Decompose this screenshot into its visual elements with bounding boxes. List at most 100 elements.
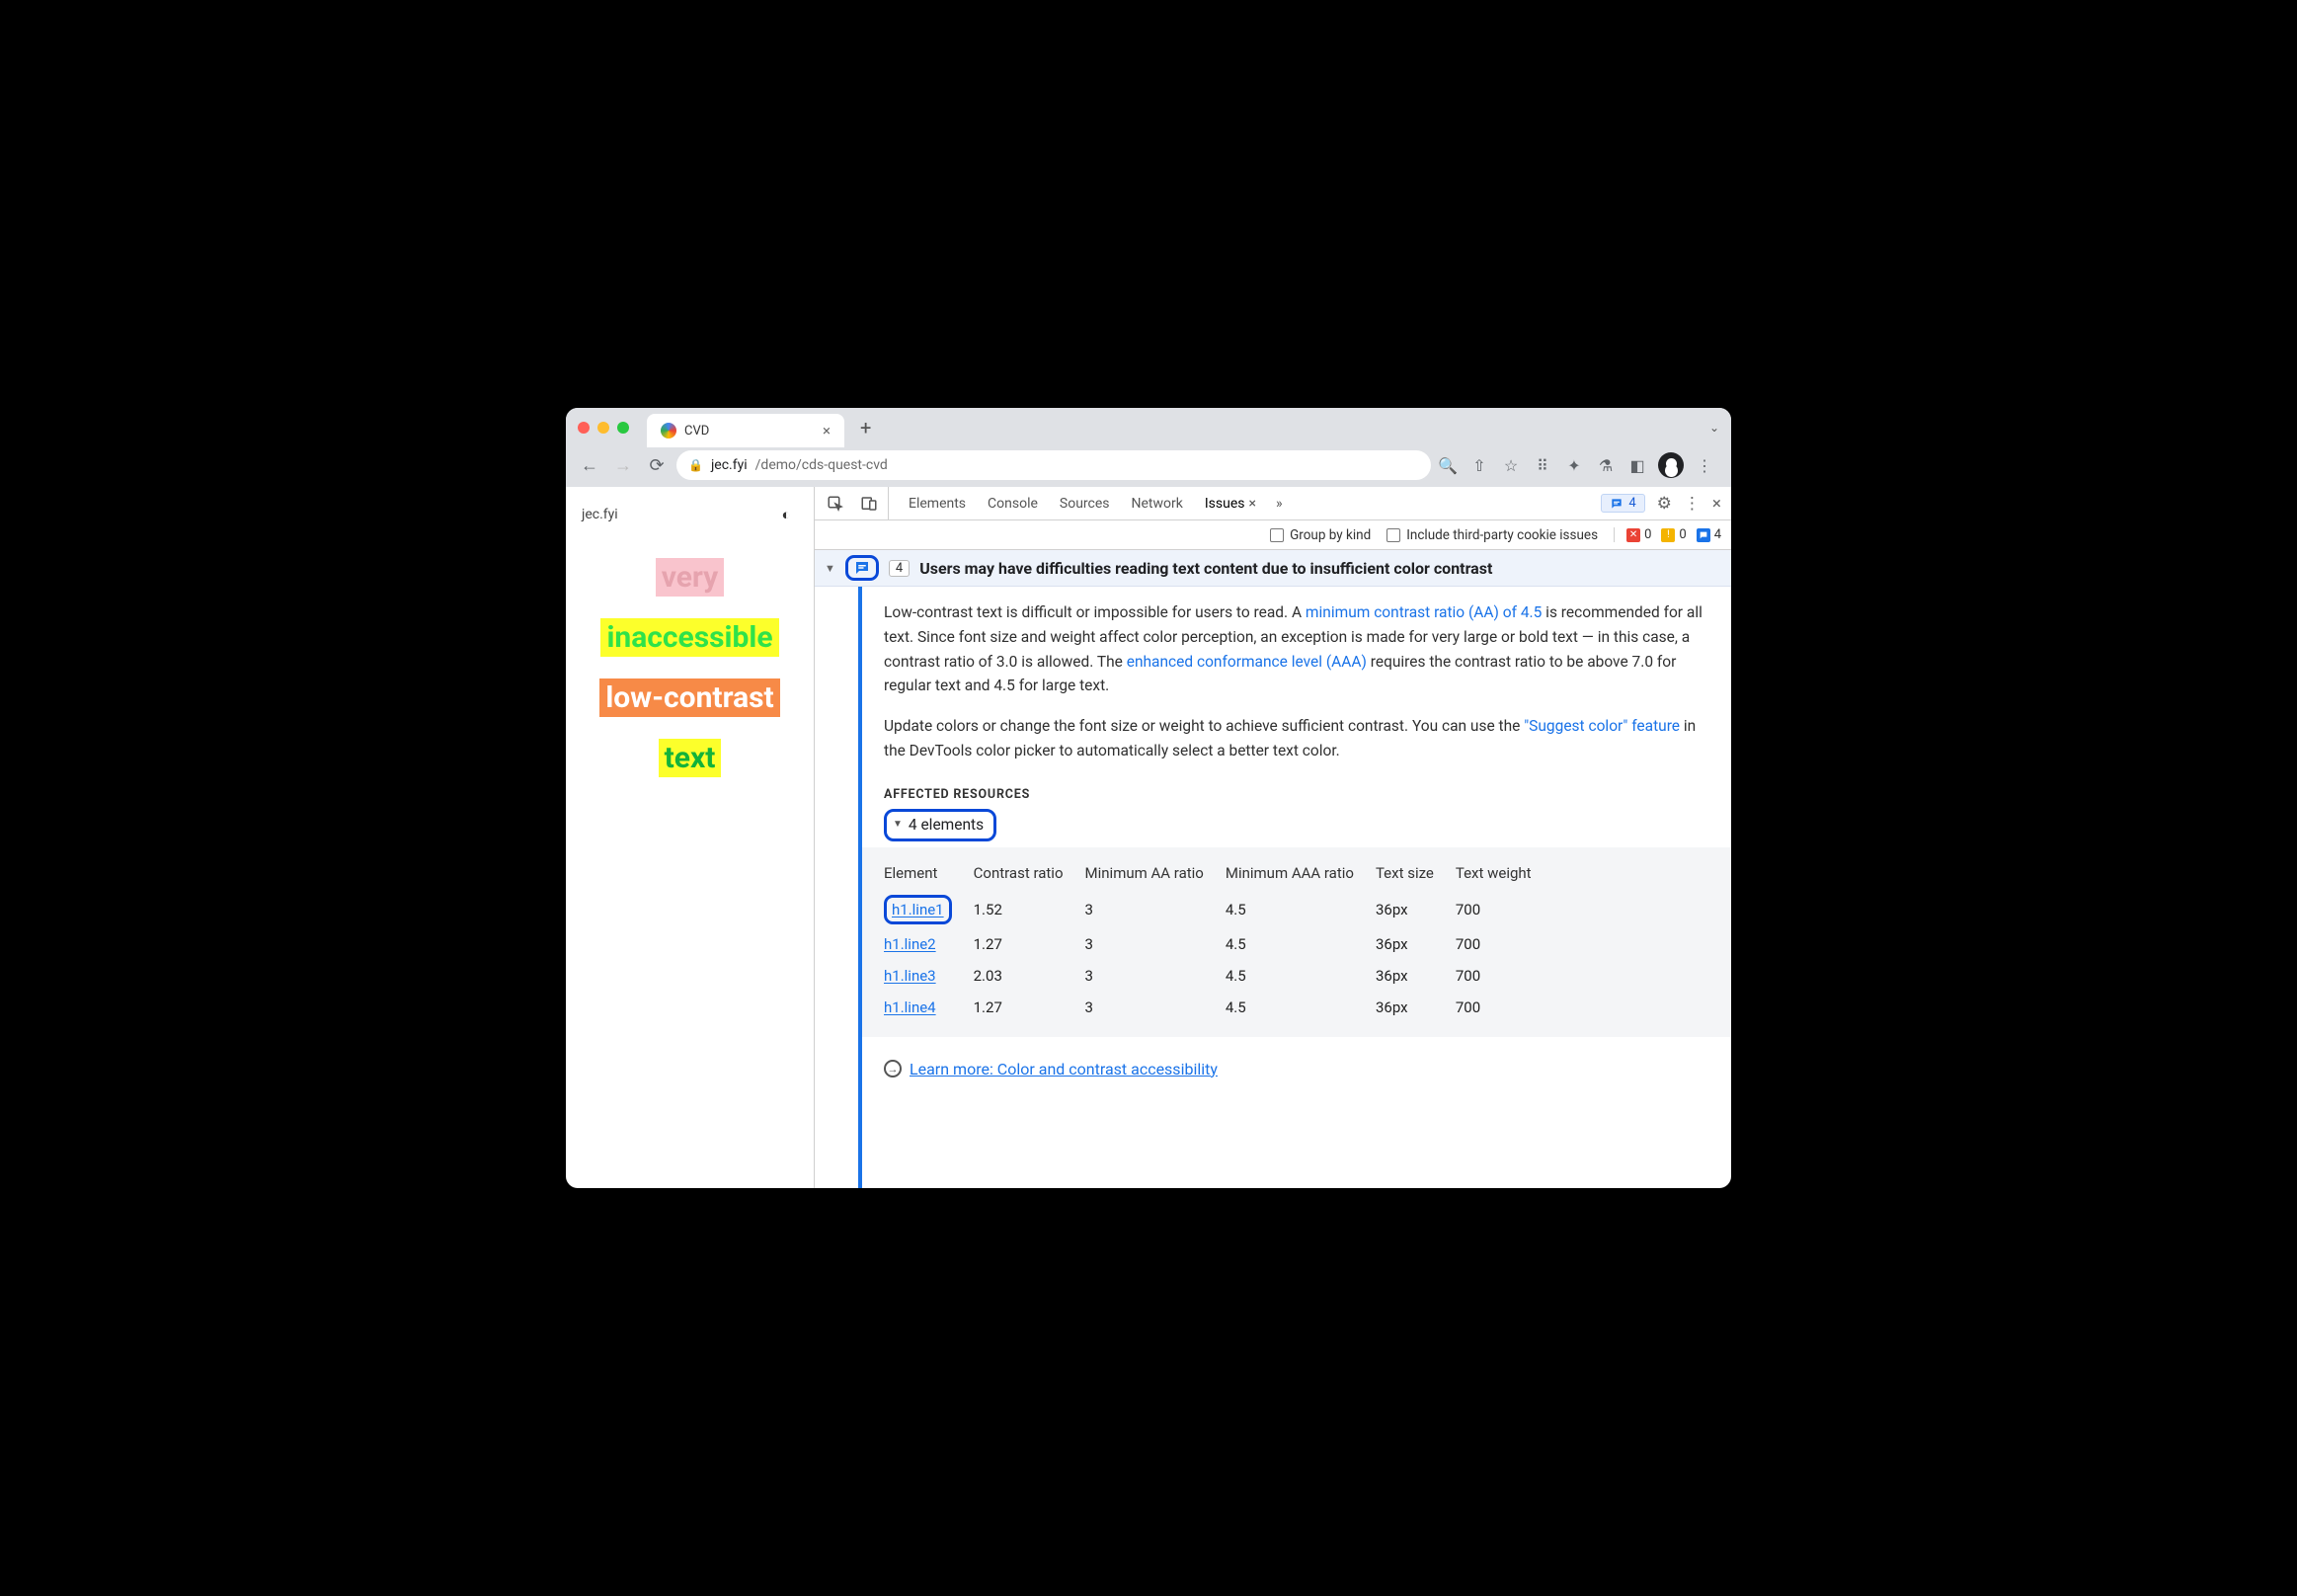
sidepanel-icon[interactable]: ◧ (1626, 454, 1648, 476)
issue-body: Low-contrast text is difficult or imposs… (815, 587, 1731, 1188)
devtools-close-button[interactable]: × (1712, 494, 1721, 514)
table-row: h1.line21.2734.536px700 (884, 928, 1553, 960)
table-row: h1.line32.0334.536px700 (884, 960, 1553, 992)
issues-count-value: 4 (1628, 496, 1635, 511)
info-counter[interactable]: 4 (1697, 527, 1721, 542)
browser-tab[interactable]: CVD × (647, 414, 844, 447)
cell: 1.27 (974, 928, 1085, 960)
inspect-element-button[interactable] (825, 487, 846, 519)
tab-favicon (661, 423, 676, 439)
element-link[interactable]: h1.line4 (884, 998, 936, 1016)
issue-title: Users may have difficulties reading text… (919, 559, 1492, 578)
window-titlebar: CVD × + ⌄ (566, 408, 1731, 447)
labs-icon[interactable]: ⚗ (1595, 454, 1617, 476)
element-link[interactable]: h1.line1 (892, 901, 944, 918)
tab-issues-close[interactable]: × (1249, 496, 1256, 512)
browser-window: CVD × + ⌄ ← → ⟳ 🔒 jec.fyi/demo/cds-quest… (566, 408, 1731, 1188)
tab-network[interactable]: Network (1130, 487, 1185, 519)
checkbox-icon (1386, 528, 1400, 542)
page-header: jec.fyi ◐ (580, 499, 800, 536)
tab-elements[interactable]: Elements (907, 487, 968, 519)
tab-console[interactable]: Console (986, 487, 1040, 519)
tab-sources[interactable]: Sources (1058, 487, 1112, 519)
cell: 36px (1376, 960, 1456, 992)
issue-content: Low-contrast text is difficult or imposs… (862, 587, 1731, 1188)
learn-more-link[interactable]: Learn more: Color and contrast accessibi… (910, 1057, 1218, 1082)
affected-table-container: Element Contrast ratio Minimum AA ratio … (862, 847, 1731, 1037)
sample-text-2: inaccessible (600, 618, 778, 657)
share-icon[interactable]: ⇧ (1468, 454, 1490, 476)
warning-counter[interactable]: !0 (1661, 527, 1686, 542)
cell: 4.5 (1226, 891, 1376, 928)
learn-more-row: → Learn more: Color and contrast accessi… (884, 1057, 1707, 1082)
cell: 3 (1085, 992, 1226, 1023)
affected-elements-count: 4 elements (909, 813, 984, 838)
cell: 700 (1456, 960, 1553, 992)
cell: 36px (1376, 928, 1456, 960)
back-button[interactable]: ← (576, 451, 603, 479)
element-link[interactable]: h1.line2 (884, 935, 936, 953)
gsuite-icon[interactable]: ⠿ (1532, 454, 1553, 476)
maximize-window-button[interactable] (617, 422, 629, 434)
tab-issues[interactable]: Issues × (1203, 487, 1258, 519)
link-enhanced-aaa[interactable]: enhanced conformance level (AAA) (1127, 653, 1367, 671)
link-suggest-color[interactable]: "Suggest color" feature (1524, 717, 1680, 735)
lock-icon: 🔒 (688, 458, 703, 472)
cell: 36px (1376, 992, 1456, 1023)
browser-menu-button[interactable]: ⋮ (1694, 454, 1715, 476)
third-party-label: Include third-party cookie issues (1406, 527, 1598, 543)
affected-elements-toggle[interactable]: ▼ 4 elements (884, 809, 996, 841)
issue-severity-counters: ✕0 !0 4 (1614, 527, 1721, 542)
affected-resources-label: AFFECTED RESOURCES (884, 785, 1707, 805)
cell: 3 (1085, 928, 1226, 960)
checkbox-icon (1270, 528, 1284, 542)
forward-button[interactable]: → (609, 451, 637, 479)
info-chat-icon (853, 559, 871, 577)
cell: 700 (1456, 928, 1553, 960)
error-counter[interactable]: ✕0 (1626, 527, 1651, 542)
profile-avatar[interactable] (1658, 452, 1684, 478)
minimize-window-button[interactable] (597, 422, 609, 434)
url-host: jec.fyi (711, 457, 748, 473)
link-min-contrast-aa[interactable]: minimum contrast ratio (AA) of 4.5 (1306, 603, 1542, 621)
close-window-button[interactable] (578, 422, 590, 434)
issue-count-badge: 4 (889, 560, 910, 577)
traffic-lights (578, 422, 629, 434)
col-min-aaa: Minimum AAA ratio (1226, 857, 1376, 891)
extensions-icon[interactable]: ✦ (1563, 454, 1585, 476)
reload-button[interactable]: ⟳ (643, 451, 671, 479)
issue-description-2: Update colors or change the font size or… (884, 714, 1707, 763)
rendered-page: jec.fyi ◐ very inaccessible low-contrast… (566, 487, 815, 1188)
bookmark-icon[interactable]: ☆ (1500, 454, 1522, 476)
new-tab-button[interactable]: + (852, 416, 879, 439)
zoom-icon[interactable]: 🔍 (1437, 454, 1459, 476)
col-min-aa: Minimum AA ratio (1085, 857, 1226, 891)
issues-count-badge[interactable]: 4 (1601, 494, 1644, 513)
cell: 4.5 (1226, 960, 1376, 992)
tabs-overflow-button[interactable]: » (1276, 496, 1283, 512)
devtools-menu-button[interactable]: ⋮ (1684, 494, 1701, 514)
url-actions: 🔍 ⇧ ☆ ⠿ ✦ ⚗ ◧ ⋮ (1437, 452, 1721, 478)
issue-header[interactable]: ▼ 4 Users may have difficulties reading … (815, 550, 1731, 587)
theme-toggle[interactable]: ◐ (774, 503, 798, 526)
col-text-weight: Text weight (1456, 857, 1553, 891)
table-row: h1.line41.2734.536px700 (884, 992, 1553, 1023)
site-label: jec.fyi (582, 507, 618, 522)
element-link[interactable]: h1.line3 (884, 967, 936, 985)
sample-text-1: very (656, 558, 725, 597)
group-by-kind-checkbox[interactable]: Group by kind (1270, 527, 1371, 543)
devtools-settings-button[interactable]: ⚙ (1657, 494, 1672, 514)
disclosure-triangle-icon: ▼ (893, 817, 903, 833)
col-element: Element (884, 857, 974, 891)
tab-close-button[interactable]: × (823, 422, 831, 439)
address-bar[interactable]: 🔒 jec.fyi/demo/cds-quest-cvd (676, 450, 1431, 480)
group-by-kind-label: Group by kind (1290, 527, 1371, 543)
cell: 36px (1376, 891, 1456, 928)
third-party-checkbox[interactable]: Include third-party cookie issues (1386, 527, 1598, 543)
tab-issues-label: Issues (1205, 496, 1245, 512)
col-text-size: Text size (1376, 857, 1456, 891)
tab-overflow-button[interactable]: ⌄ (1709, 421, 1719, 435)
device-toggle-button[interactable] (858, 487, 880, 519)
tab-title: CVD (684, 424, 709, 439)
sample-text-4: text (659, 739, 722, 777)
